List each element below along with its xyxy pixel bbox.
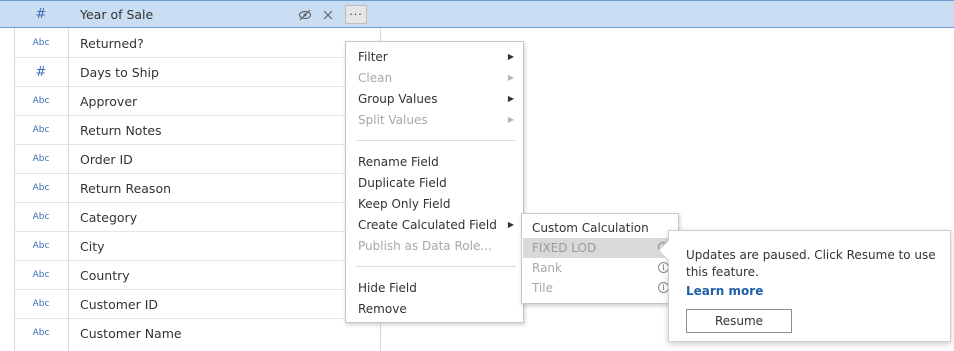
field-name[interactable]: Category <box>80 203 137 231</box>
field-name[interactable]: Approver <box>80 87 137 115</box>
menu-item-label: Rename Field <box>358 154 439 169</box>
string-type-icon: Abc <box>32 38 50 48</box>
string-type-icon: Abc <box>32 241 50 251</box>
field-list-panel: # Year of Sale ··· Abc Returned? # Days … <box>0 0 954 351</box>
menu-item-publish-as-data-role: Publish as Data Role... <box>358 235 518 256</box>
submenu-item-rank: Rank i <box>523 258 677 278</box>
eye-slash-icon[interactable] <box>298 1 312 29</box>
string-type-icon: Abc <box>32 328 50 338</box>
menu-item-hide-field[interactable]: Hide Field <box>358 277 518 298</box>
learn-more-link[interactable]: Learn more <box>686 284 763 298</box>
menu-item-label: Filter <box>358 49 388 64</box>
menu-item-keep-only-field[interactable]: Keep Only Field <box>358 193 518 214</box>
menu-separator <box>356 140 516 141</box>
submenu-item-fixed-lod[interactable]: FIXED LOD i <box>523 238 677 258</box>
menu-item-label: Split Values <box>358 112 428 127</box>
string-type-icon: Abc <box>32 299 50 309</box>
submenu-item-custom-calculation[interactable]: Custom Calculation <box>523 218 677 238</box>
field-context-menu: Filter ▶ Clean ▶ Group Values ▶ Split Va… <box>345 41 524 323</box>
menu-item-rename-field[interactable]: Rename Field <box>358 151 518 172</box>
field-name[interactable]: Country <box>80 261 130 289</box>
string-type-icon: Abc <box>32 125 50 135</box>
field-name[interactable]: Returned? <box>80 29 144 57</box>
close-icon[interactable] <box>323 1 333 29</box>
menu-item-split-values: Split Values ▶ <box>358 109 518 130</box>
menu-item-label: Duplicate Field <box>358 175 447 190</box>
field-name[interactable]: Return Reason <box>80 174 171 202</box>
field-name[interactable]: Year of Sale <box>80 1 153 27</box>
submenu-item-tile: Tile i <box>523 278 677 298</box>
chevron-right-icon: ▶ <box>507 220 514 229</box>
menu-item-create-calculated-field[interactable]: Create Calculated Field ▶ <box>358 214 518 235</box>
more-options-button[interactable]: ··· <box>345 5 367 24</box>
menu-item-group-values[interactable]: Group Values ▶ <box>358 88 518 109</box>
string-type-icon: Abc <box>32 270 50 280</box>
field-name[interactable]: Customer ID <box>80 290 158 318</box>
menu-item-remove[interactable]: Remove <box>358 298 518 319</box>
menu-item-label: Rank <box>532 261 562 275</box>
menu-item-filter[interactable]: Filter ▶ <box>358 46 518 67</box>
field-name[interactable]: Days to Ship <box>80 58 159 86</box>
menu-item-label: Tile <box>532 281 554 295</box>
paused-updates-tooltip: Updates are paused. Click Resume to use … <box>657 230 951 342</box>
tooltip-message: Updates are paused. Click Resume to use … <box>686 248 936 279</box>
field-name[interactable]: City <box>80 232 105 260</box>
resume-button[interactable]: Resume <box>686 309 792 333</box>
selected-field-row[interactable]: # Year of Sale ··· <box>0 0 954 28</box>
menu-separator <box>356 266 516 267</box>
menu-item-label: Remove <box>358 301 407 316</box>
menu-item-label: Group Values <box>358 91 438 106</box>
menu-item-label: Clean <box>358 70 393 85</box>
menu-item-label: Create Calculated Field <box>358 217 497 232</box>
string-type-icon: Abc <box>32 183 50 193</box>
chevron-right-icon: ▶ <box>507 73 514 82</box>
chevron-right-icon: ▶ <box>507 94 514 103</box>
chevron-right-icon: ▶ <box>507 115 514 124</box>
number-type-icon[interactable]: # <box>14 1 68 27</box>
menu-item-clean: Clean ▶ <box>358 67 518 88</box>
field-name[interactable]: Order ID <box>80 145 133 173</box>
menu-item-label: Keep Only Field <box>358 196 451 211</box>
chevron-right-icon: ▶ <box>507 52 514 61</box>
menu-item-label: FIXED LOD <box>532 241 597 255</box>
menu-item-label: Custom Calculation <box>532 221 649 235</box>
menu-item-label: Hide Field <box>358 280 417 295</box>
string-type-icon: Abc <box>32 96 50 106</box>
string-type-icon: Abc <box>32 154 50 164</box>
field-name[interactable]: Customer Name <box>80 319 182 347</box>
menu-item-duplicate-field[interactable]: Duplicate Field <box>358 172 518 193</box>
string-type-icon: Abc <box>32 212 50 222</box>
field-name[interactable]: Return Notes <box>80 116 162 144</box>
menu-item-label: Publish as Data Role... <box>358 238 492 253</box>
number-type-icon: # <box>35 64 47 80</box>
calculated-field-submenu: Custom Calculation FIXED LOD i Rank i Ti… <box>521 213 679 304</box>
